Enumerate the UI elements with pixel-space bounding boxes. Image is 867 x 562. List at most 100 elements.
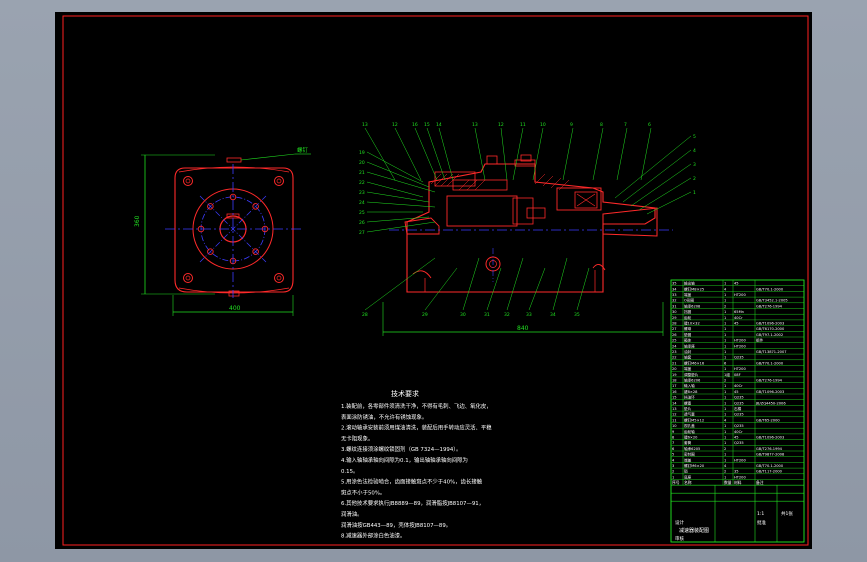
leader-label: 8 [600, 122, 603, 128]
table-cell: 挡油环 [684, 395, 695, 400]
leader-label: 20 [359, 160, 365, 166]
parts-list-table: 35 输出轴 1 4534 螺钉M8×25 4 GB/T70.1-200033 端盖 1 HT20… [670, 279, 805, 543]
table-cell: JB/ZQ4450-2006 [755, 401, 786, 405]
table-cell: 35 [672, 282, 677, 286]
table-cell: 1 [724, 322, 726, 326]
table-cell: 29 [672, 316, 677, 320]
table-cell: 螺钉M5×12 [684, 417, 704, 422]
section-view: 840 13 12 16 15 14 13 12 11 10 9 8 7 619202122232425… [359, 122, 696, 336]
title-block-checked: 审核 [675, 535, 684, 542]
leader-label: 22 [359, 180, 365, 186]
table-cell: 2 [724, 470, 726, 474]
table-cell: HT200 [734, 339, 746, 343]
table-cell: 2 [724, 379, 726, 383]
tech-note-line: 2.滚动轴承安装前须用煤油清洗，装配后用手转动应灵活、平稳 [341, 424, 492, 432]
table-cell: 1 [724, 350, 726, 354]
table-cell: HT200 [734, 367, 746, 371]
title-block-approved: 批准 [757, 519, 766, 526]
table-cell: 16 [672, 390, 677, 394]
leader-line [366, 171, 436, 193]
table-cell: 5 [672, 453, 674, 457]
table-cell: 25 [672, 339, 677, 343]
table-header-cell: 序号 [672, 480, 680, 485]
table-cell: 10 [672, 424, 677, 428]
leader-label: 15 [424, 122, 430, 128]
leader-label: 34 [550, 312, 556, 318]
table-cell: 1 [724, 436, 726, 440]
leader-label: 3 [693, 162, 696, 168]
table-cell: 8 [672, 436, 675, 440]
table-header-cell: 数量 [724, 480, 732, 485]
leader-line [616, 127, 628, 181]
table-cell: 垫片 [684, 406, 692, 411]
table-cell: GB/T276-1994 [756, 304, 783, 308]
leader-line [576, 267, 590, 311]
leader-label: 11 [520, 122, 526, 128]
table-cell: 1 [724, 333, 726, 337]
table-cell: 45 [734, 282, 739, 286]
tag-label: 螺钉 [297, 146, 309, 154]
table-cell: 键6×20 [684, 435, 698, 440]
table-cell: 密封圈 [684, 452, 695, 457]
leader-label: 32 [504, 312, 510, 318]
table-cell: 轴套 [684, 355, 692, 360]
leader-line [552, 257, 568, 311]
leader-line [366, 221, 436, 233]
table-cell: 40Cr [734, 430, 743, 434]
tech-note-line: 润滑油。 [341, 510, 363, 518]
part-leaders: 13 12 16 15 14 13 12 11 10 9 8 7 6192021222324252627… [359, 122, 696, 318]
table-cell: 22 [672, 356, 677, 360]
table-cell: 4 [724, 464, 727, 468]
table-cell: O形圈 [684, 298, 694, 303]
table-cell: 4 [724, 287, 727, 291]
tech-note-line: 3.螺纹连接须涂螺纹锁固剂（GB 7324—1994）。 [341, 445, 461, 453]
table-cell: GB/T276-1994 [756, 447, 783, 451]
table-cell: 调整垫片 [684, 372, 699, 377]
table-cell: 9 [672, 430, 675, 434]
leader-label: 27 [359, 230, 365, 236]
table-cell: 端盖 [684, 292, 692, 297]
cad-drawing: 360 400 螺钉 840 13 12 16 15 14 13 12 11 1… [62, 15, 809, 546]
table-cell: 1 [724, 344, 726, 348]
table-cell: 输入轴 [684, 383, 695, 388]
table-cell: 1 [724, 430, 726, 434]
tech-note-line: 8.减速器外部涂白色油漆。 [341, 532, 405, 540]
table-header-cell: 备注 [756, 480, 764, 485]
table-cell: 7 [672, 441, 674, 445]
leader-line [424, 267, 458, 311]
table-cell: 21 [672, 361, 677, 365]
leader-label: 28 [362, 312, 368, 318]
table-cell: 24 [672, 344, 677, 348]
tech-note-line: 1.装配前，各零部件须清洗干净，不得有毛刺、飞边、氧化皮， [341, 402, 492, 410]
table-cell: 32 [672, 299, 677, 303]
tech-note-line: 5.用涂色法检验啮合，齿面接触斑点不少于40%，齿长接触 [341, 478, 483, 486]
table-cell: 1 [724, 441, 726, 445]
table-cell: GB/T9877-2008 [756, 453, 785, 457]
leader-label: 13 [362, 122, 368, 128]
cad-viewport[interactable]: 360 400 螺钉 840 13 12 16 15 14 13 12 11 1… [0, 0, 867, 562]
table-cell: GB/T1096-2003 [756, 390, 784, 394]
leader-line [592, 127, 604, 181]
table-cell: 挡圈 [684, 309, 692, 314]
table-cell: 31 [672, 304, 677, 308]
leader-label: 4 [693, 148, 696, 154]
leader-line [640, 127, 652, 181]
leader-line [364, 127, 396, 181]
leader-label: 12 [392, 122, 398, 128]
table-cell: 输出轴 [684, 281, 695, 286]
table-cell: 1 [724, 327, 726, 331]
table-cell: 1 [724, 282, 726, 286]
title-block: 减速器装配图 1:1 共1张 设计 审核 批准 [675, 510, 793, 542]
leader-line [532, 127, 544, 181]
table-cell: 轴承6205 [684, 446, 700, 451]
table-cell: 螺钉M6×16 [684, 360, 705, 365]
table-cell: 26 [672, 333, 677, 337]
leader-label: 16 [412, 122, 418, 128]
table-cell: 轴承6208 [684, 303, 701, 308]
leader-label: 24 [359, 200, 365, 206]
tech-note-line: 表面涂防锈油，不允许有锈蚀现象。 [341, 413, 427, 421]
drawing-sheet[interactable]: 360 400 螺钉 840 13 12 16 15 14 13 12 11 1… [55, 12, 812, 549]
table-cell: 1 [724, 458, 726, 462]
leader-label: 31 [484, 312, 490, 318]
left-end-view: 360 400 螺钉 [134, 146, 311, 316]
